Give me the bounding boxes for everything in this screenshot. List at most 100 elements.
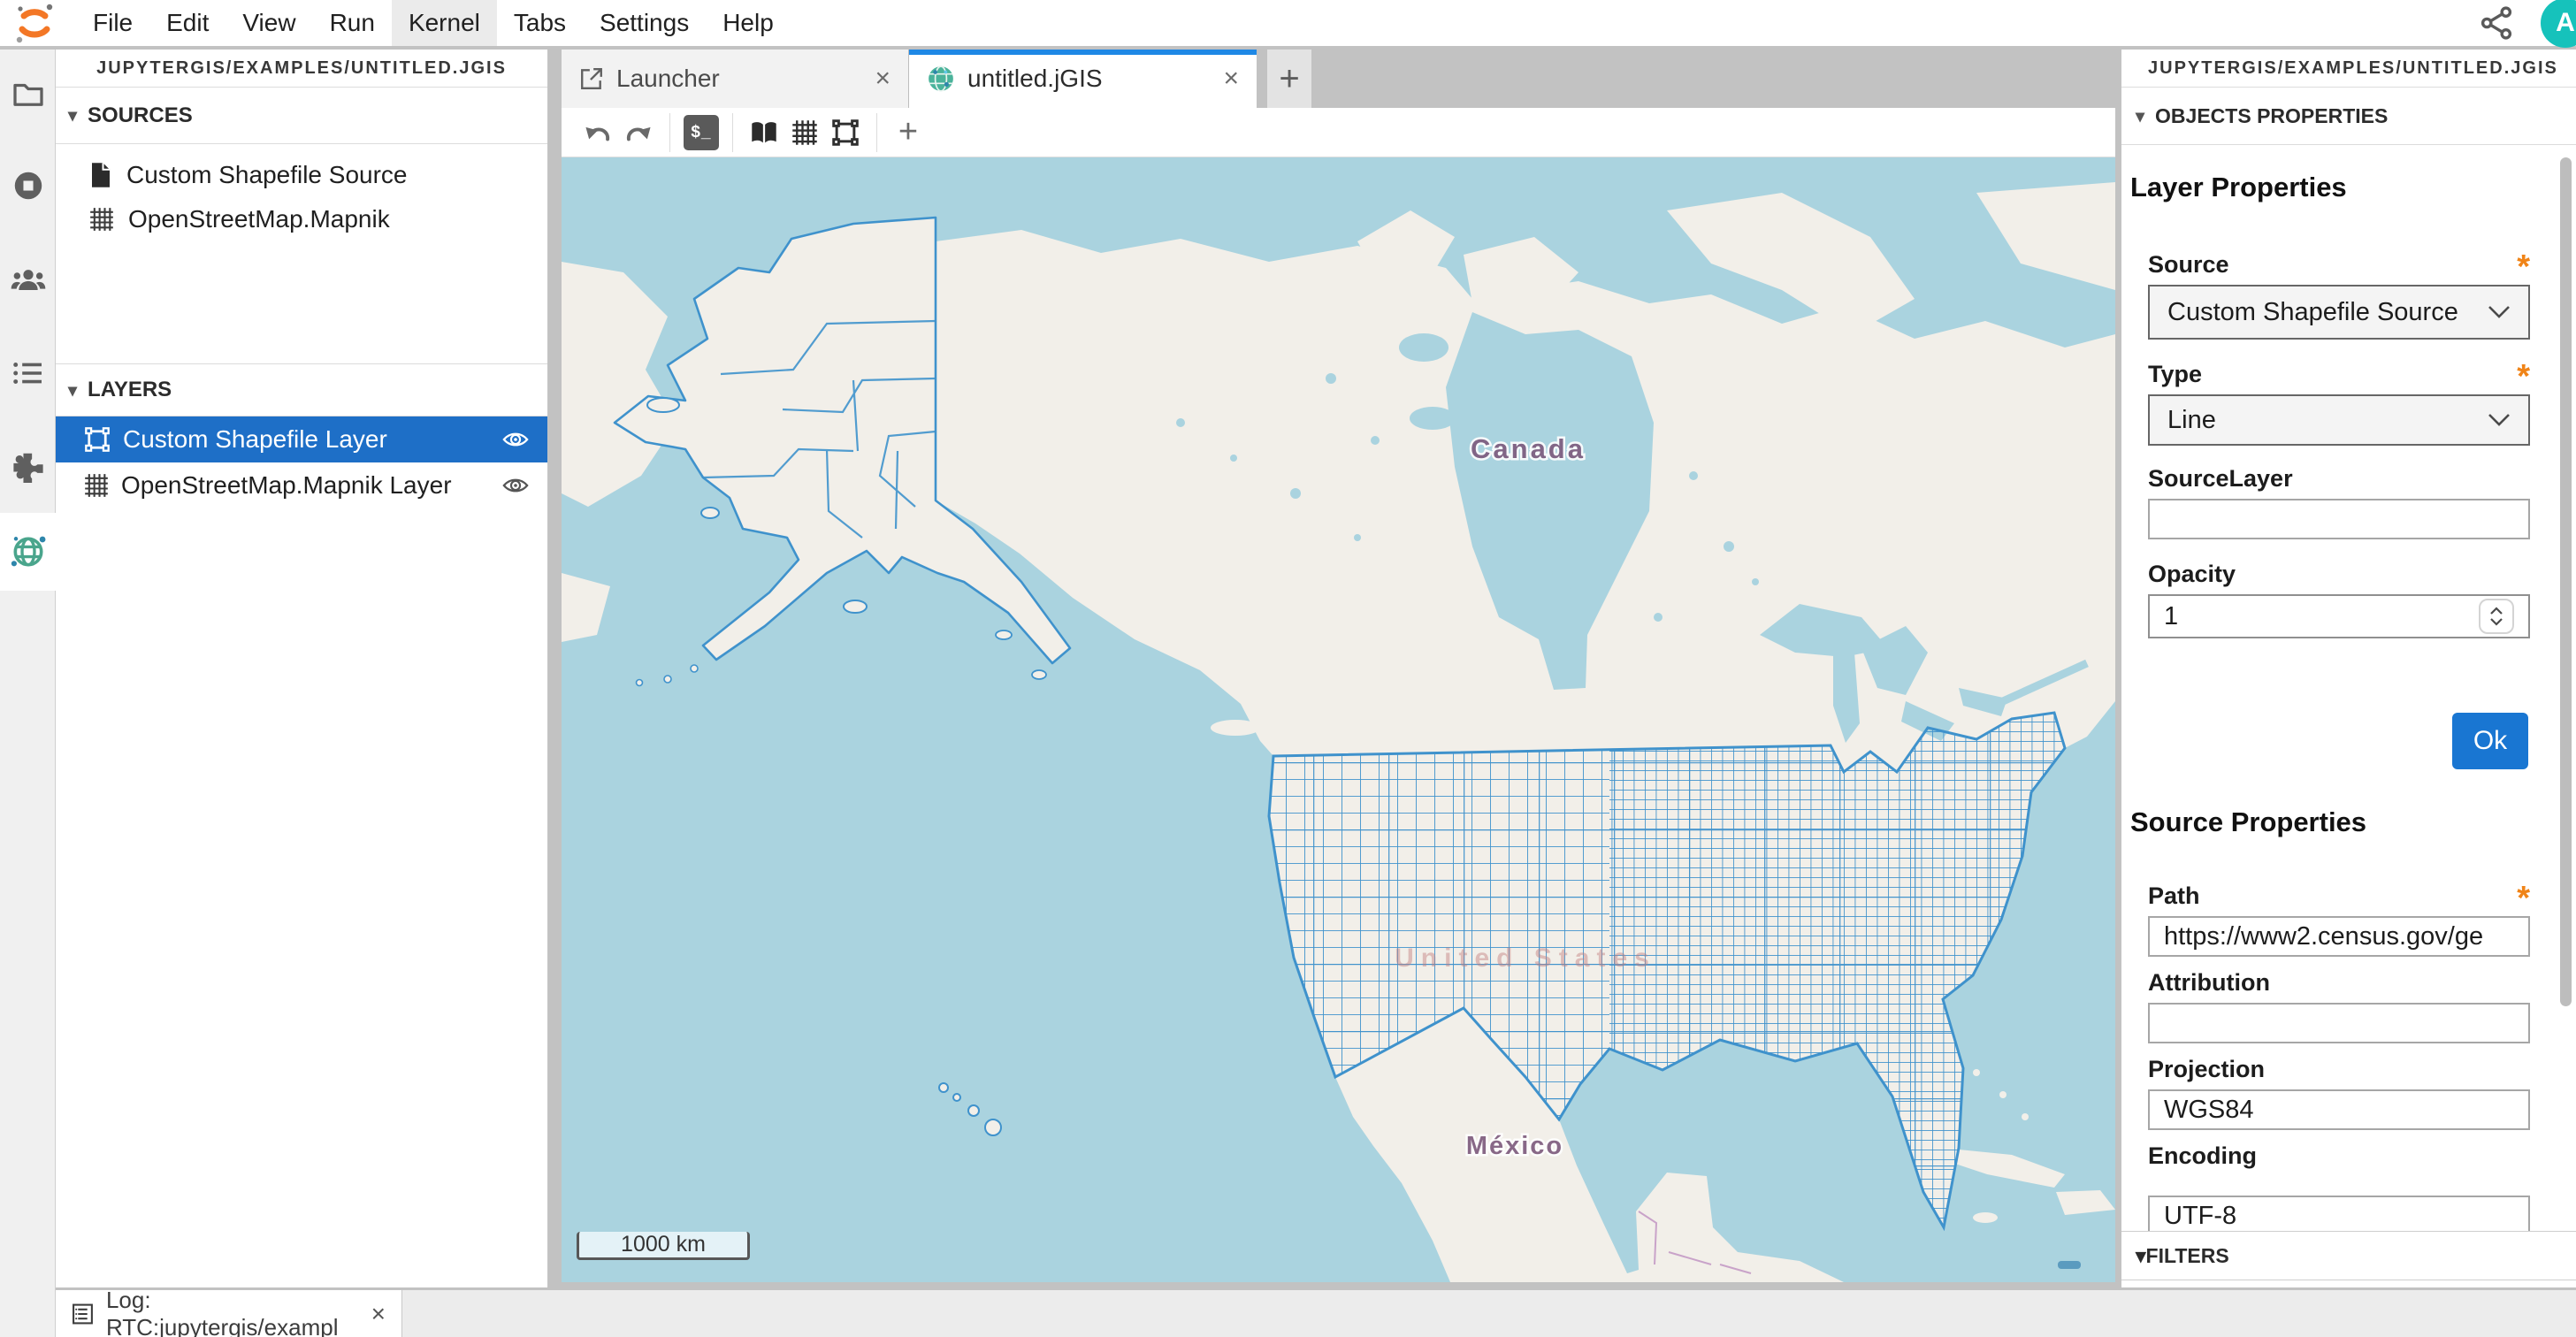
- map-render: Canada United States México: [562, 157, 2115, 1282]
- type-field-label: Type: [2148, 361, 2202, 388]
- projection-input[interactable]: [2148, 1089, 2530, 1130]
- jupyterlab-window: File Edit View Run Kernel Tabs Settings …: [0, 0, 2576, 1337]
- plus-icon: +: [898, 113, 918, 151]
- filters-section-header[interactable]: ▾ FILTERS: [2121, 1231, 2576, 1280]
- tab-close-icon[interactable]: ×: [875, 65, 891, 92]
- extension-manager-icon[interactable]: [0, 447, 56, 486]
- share-icon[interactable]: [2479, 5, 2514, 41]
- tab-launcher[interactable]: Launcher ×: [562, 50, 909, 108]
- running-sessions-icon[interactable]: [0, 166, 56, 205]
- sourcelayer-input[interactable]: [2148, 499, 2530, 539]
- jupyter-logo: [14, 3, 55, 43]
- collapse-caret-icon: ▾: [2136, 105, 2144, 127]
- toolbar-separator: [732, 113, 733, 152]
- required-asterisk: *: [2517, 890, 2530, 907]
- menu-run[interactable]: Run: [313, 0, 392, 46]
- terminal-icon: $_: [684, 115, 719, 150]
- redo-button[interactable]: [618, 112, 659, 153]
- right-sidebar-panel: JUPYTERGIS/EXAMPLES/UNTITLED.JGIS ▾ OBJE…: [2121, 50, 2576, 1287]
- jupytergis-icon[interactable]: [0, 532, 56, 571]
- projection-field-label: Projection: [2148, 1056, 2265, 1083]
- tab-close-icon[interactable]: ×: [371, 1300, 386, 1328]
- vector-square-icon: [831, 118, 860, 147]
- path-field-label: Path: [2148, 882, 2200, 910]
- opacity-field-label: Opacity: [2148, 561, 2236, 588]
- activity-bar: [0, 50, 56, 1337]
- layer-item-label: Custom Shapefile Layer: [123, 425, 387, 454]
- map-canvas[interactable]: Canada United States México 1000 km: [562, 157, 2115, 1282]
- type-select[interactable]: Line: [2148, 394, 2530, 446]
- dock-tab-bar: Launcher × untitled.jGIS × +: [562, 50, 2115, 108]
- layers-list: Custom Shapefile Layer OpenStreetMap.Map…: [56, 416, 547, 508]
- vector-layer-button[interactable]: [825, 112, 866, 153]
- console-button[interactable]: $_: [681, 112, 722, 153]
- file-icon: [89, 162, 112, 188]
- menu-edit[interactable]: Edit: [149, 0, 225, 46]
- launcher-icon: [579, 66, 604, 91]
- panel-scrollbar[interactable]: [2560, 157, 2572, 1006]
- toolbar-separator: [876, 113, 877, 152]
- encoding-input[interactable]: [2148, 1196, 2530, 1231]
- menu-help[interactable]: Help: [706, 0, 791, 46]
- sources-section-title: SOURCES: [88, 103, 193, 128]
- source-select-value: Custom Shapefile Source: [2167, 298, 2458, 327]
- log-console-tab[interactable]: Log: RTC:jupytergis/exampl ×: [56, 1290, 402, 1337]
- chevron-down-icon: [2488, 305, 2511, 319]
- attribution-input[interactable]: [2148, 1003, 2530, 1043]
- layer-item-custom-shapefile[interactable]: Custom Shapefile Layer: [56, 416, 547, 462]
- undo-button[interactable]: [577, 112, 618, 153]
- log-icon: [72, 1302, 94, 1326]
- sources-section-header[interactable]: ▾ SOURCES: [56, 88, 547, 144]
- source-item-osm-mapnik[interactable]: OpenStreetMap.Mapnik: [56, 197, 547, 241]
- layer-visibility-toggle[interactable]: [501, 429, 530, 450]
- properties-form: Layer Properties Source * Custom Shapefi…: [2121, 145, 2576, 1231]
- source-select[interactable]: Custom Shapefile Source: [2148, 285, 2530, 340]
- menu-items: File Edit View Run Kernel Tabs Settings …: [76, 0, 791, 46]
- right-panel-file-header: JUPYTERGIS/EXAMPLES/UNTITLED.JGIS: [2121, 50, 2576, 88]
- objects-properties-header[interactable]: ▾ OBJECTS PROPERTIES: [2121, 88, 2576, 145]
- sourcelayer-field-label: SourceLayer: [2148, 465, 2293, 493]
- menu-settings[interactable]: Settings: [583, 0, 706, 46]
- layer-visibility-toggle[interactable]: [501, 475, 530, 496]
- file-browser-icon[interactable]: [0, 74, 56, 113]
- map-scale-bar: 1000 km: [577, 1232, 750, 1260]
- source-item-label: OpenStreetMap.Mapnik: [128, 205, 390, 233]
- opacity-stepper[interactable]: 1: [2148, 594, 2530, 638]
- layer-item-osm-mapnik[interactable]: OpenStreetMap.Mapnik Layer: [56, 462, 547, 508]
- layer-properties-title: Layer Properties: [2130, 172, 2347, 203]
- menu-file[interactable]: File: [76, 0, 149, 46]
- required-asterisk: *: [2517, 368, 2530, 386]
- basemap-button[interactable]: [744, 112, 784, 153]
- jgis-globe-icon: [927, 65, 955, 93]
- map-toolbar: $_ +: [562, 108, 2115, 157]
- ok-button[interactable]: Ok: [2452, 713, 2528, 769]
- path-input[interactable]: [2148, 916, 2530, 957]
- raster-layer-icon: [84, 473, 109, 498]
- user-avatar[interactable]: A: [2541, 0, 2576, 48]
- menu-kernel[interactable]: Kernel: [392, 0, 497, 46]
- log-tab-label: Log: RTC:jupytergis/exampl: [106, 1287, 359, 1337]
- collapse-caret-icon: ▾: [68, 104, 77, 126]
- stepper-arrows-icon[interactable]: [2479, 599, 2514, 634]
- bottom-dock-bar: Log: RTC:jupytergis/exampl ×: [56, 1289, 2576, 1337]
- chevron-down-icon: [2488, 413, 2511, 427]
- required-asterisk: *: [2517, 258, 2530, 276]
- tab-untitled-jgis[interactable]: untitled.jGIS ×: [909, 50, 1257, 108]
- vector-layer-icon: [84, 426, 111, 453]
- add-button[interactable]: +: [888, 112, 929, 153]
- new-tab-button[interactable]: +: [1267, 50, 1311, 108]
- raster-layer-button[interactable]: [784, 112, 825, 153]
- source-item-label: Custom Shapefile Source: [126, 161, 408, 189]
- tab-label: untitled.jGIS: [967, 65, 1103, 93]
- type-select-value: Line: [2167, 406, 2216, 435]
- menu-tabs[interactable]: Tabs: [497, 0, 583, 46]
- collapse-caret-icon: ▾: [2136, 1244, 2146, 1268]
- sources-list: Custom Shapefile Source OpenStreetMap.Ma…: [56, 144, 547, 250]
- source-item-custom-shapefile[interactable]: Custom Shapefile Source: [56, 153, 547, 197]
- menu-view[interactable]: View: [225, 0, 312, 46]
- layers-section-header[interactable]: ▾ LAYERS: [56, 363, 547, 416]
- table-of-contents-icon[interactable]: [0, 354, 56, 393]
- tab-close-icon[interactable]: ×: [1223, 65, 1239, 92]
- grid-icon: [791, 119, 818, 146]
- collaboration-icon[interactable]: [0, 260, 56, 299]
